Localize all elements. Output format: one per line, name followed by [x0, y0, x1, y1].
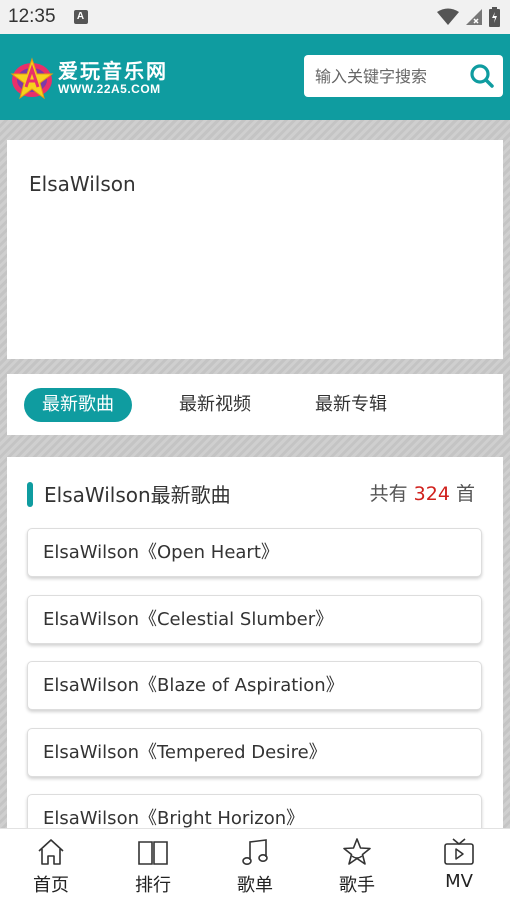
- star-icon: [343, 838, 371, 865]
- bottom-nav: 首页 排行 歌单 歌手 MV: [0, 828, 510, 906]
- signal-icon: [466, 9, 482, 25]
- music-note-icon: [242, 839, 268, 865]
- status-indicators: [437, 7, 500, 27]
- section-accent-bar: [27, 482, 33, 507]
- count-prefix: 共有: [369, 483, 408, 505]
- tab-latest-videos[interactable]: 最新视频: [161, 388, 269, 422]
- artist-card: ElsaWilson: [7, 140, 503, 359]
- song-item[interactable]: ElsaWilson《Tempered Desire》: [27, 728, 482, 777]
- book-icon: [138, 841, 168, 865]
- logo-url: WWW.22A5.COM: [58, 82, 161, 96]
- count-number: 324: [413, 483, 450, 505]
- nav-label: 首页: [33, 875, 69, 896]
- section-title: ElsaWilson最新歌曲: [44, 483, 231, 507]
- songs-panel: ElsaWilson最新歌曲 共有 324 首 ElsaWilson《Open …: [7, 457, 503, 828]
- nav-home[interactable]: 首页: [16, 837, 86, 897]
- search-icon[interactable]: [469, 63, 495, 89]
- song-item[interactable]: ElsaWilson《Celestial Slumber》: [27, 595, 482, 644]
- tab-latest-albums[interactable]: 最新专辑: [297, 388, 405, 422]
- battery-icon: [489, 7, 500, 27]
- count-suffix: 首: [455, 483, 475, 505]
- tab-latest-songs[interactable]: 最新歌曲: [24, 388, 132, 422]
- status-time: 12:35: [8, 6, 56, 27]
- nav-playlists[interactable]: 歌单: [220, 837, 290, 897]
- nav-label: 歌手: [339, 875, 375, 896]
- logo-star-icon: [10, 57, 54, 100]
- nav-ranking[interactable]: 排行: [118, 837, 188, 897]
- nav-mv[interactable]: MV: [424, 837, 494, 892]
- search-input[interactable]: [315, 55, 465, 97]
- song-count: 共有 324 首: [370, 479, 475, 506]
- tv-icon: [444, 838, 474, 865]
- nav-label: 排行: [135, 875, 171, 896]
- nav-label: 歌单: [237, 875, 273, 896]
- site-logo[interactable]: 爱玩音乐网 WWW.22A5.COM: [10, 56, 168, 100]
- wifi-icon: [437, 8, 459, 25]
- song-item[interactable]: ElsaWilson《Blaze of Aspiration》: [27, 661, 482, 710]
- tab-bar: 最新歌曲 最新视频 最新专辑: [7, 374, 503, 435]
- logo-text: 爱玩音乐网 WWW.22A5.COM: [58, 60, 168, 96]
- nav-label: MV: [445, 871, 473, 892]
- artist-name: ElsaWilson: [29, 172, 136, 196]
- status-bar: 12:35 A: [0, 0, 510, 34]
- nav-singers[interactable]: 歌手: [322, 837, 392, 897]
- logo-title: 爱玩音乐网: [58, 59, 168, 83]
- song-item[interactable]: ElsaWilson《Bright Horizon》: [27, 794, 482, 828]
- song-item[interactable]: ElsaWilson《Open Heart》: [27, 528, 482, 577]
- home-icon: [38, 839, 64, 865]
- notification-icon: A: [73, 10, 88, 24]
- search-box: [304, 55, 503, 97]
- header: 爱玩音乐网 WWW.22A5.COM: [0, 34, 510, 120]
